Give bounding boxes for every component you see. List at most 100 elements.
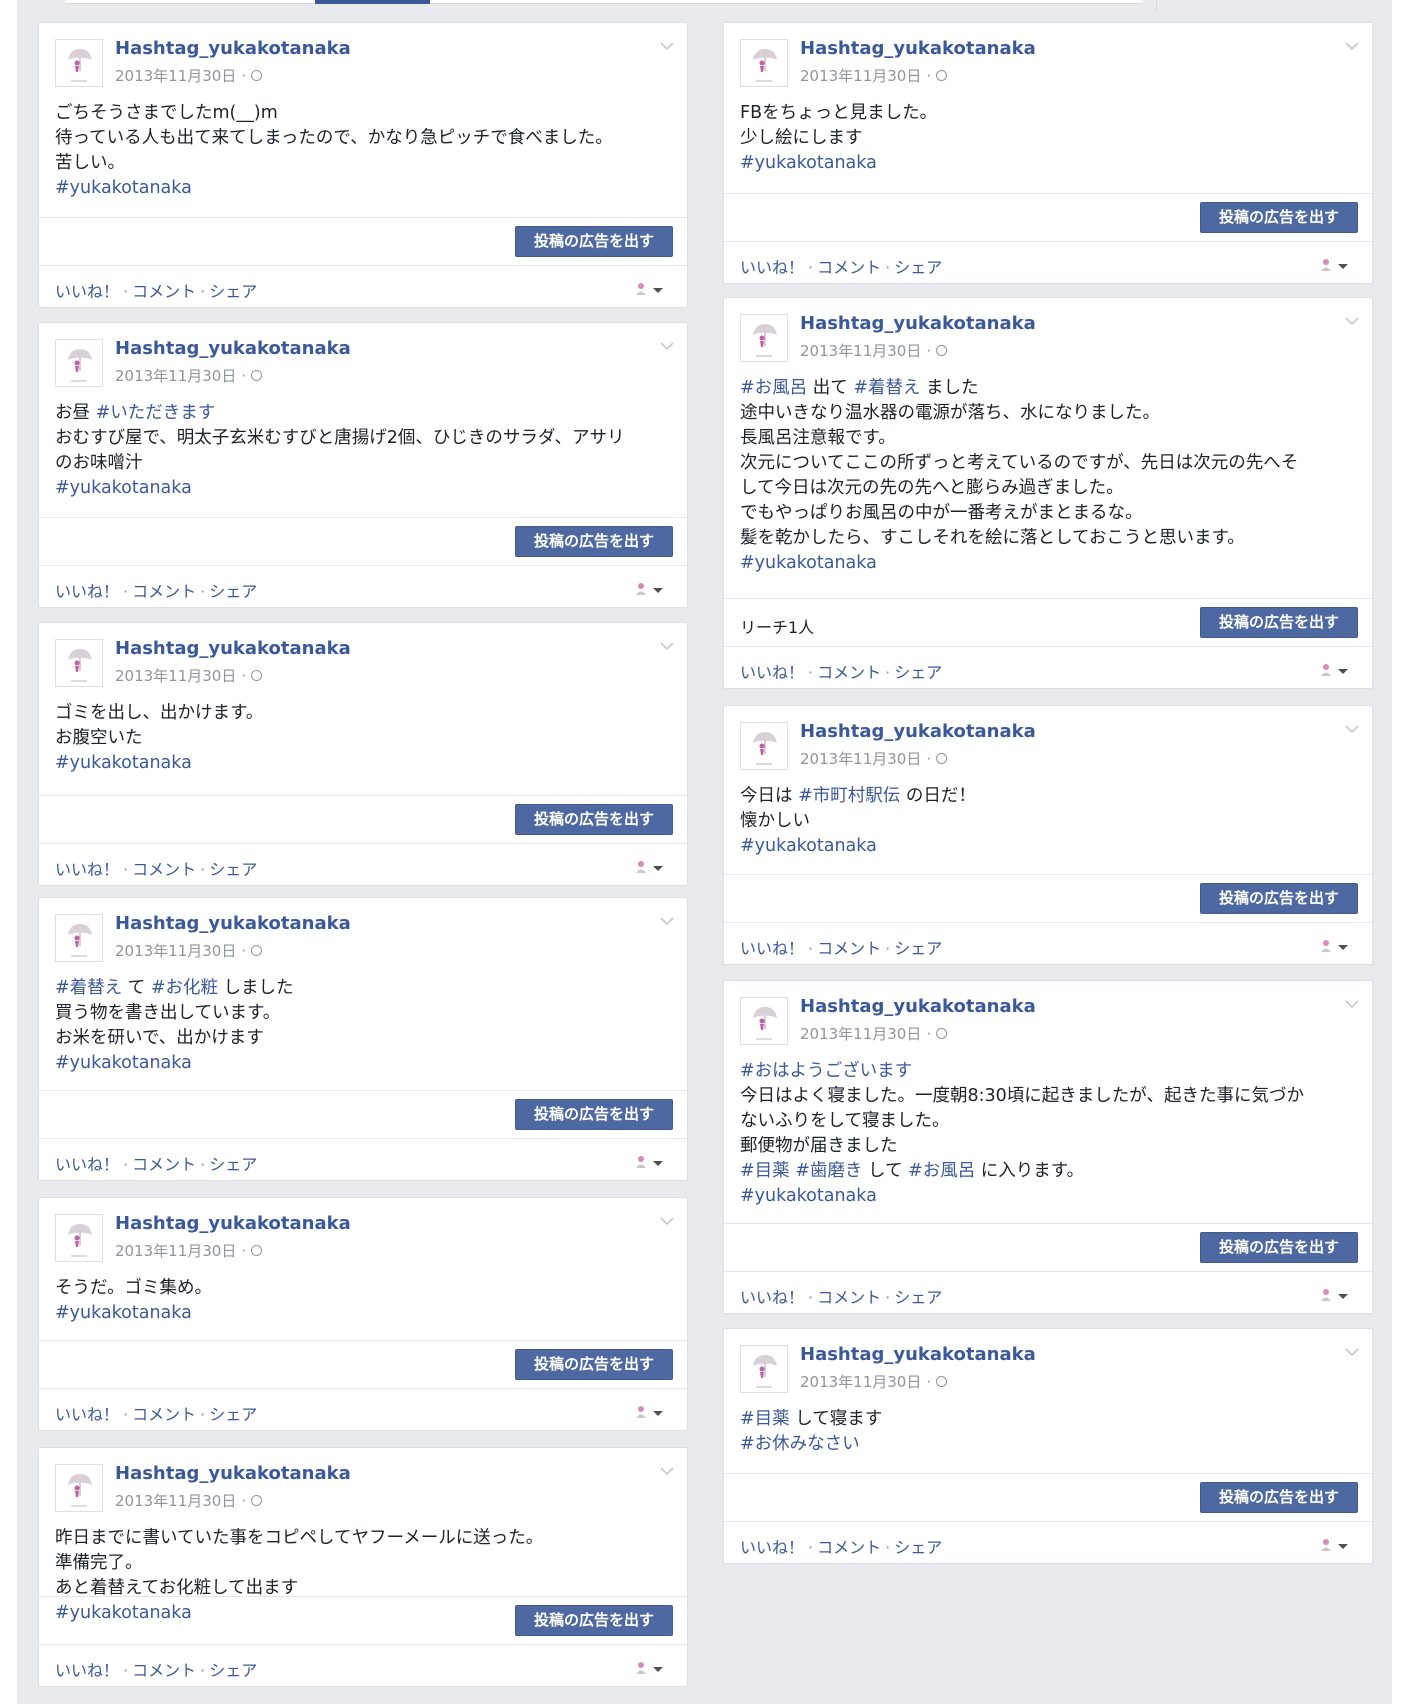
globe-icon[interactable] bbox=[936, 1028, 948, 1039]
boost-post-button[interactable]: 投稿の広告を出す bbox=[1200, 883, 1358, 914]
chevron-down-icon[interactable] bbox=[1344, 720, 1360, 734]
like-link[interactable]: いいね！ bbox=[740, 939, 804, 958]
audience-selector[interactable] bbox=[635, 1154, 663, 1173]
boost-post-button[interactable]: 投稿の広告を出す bbox=[1200, 607, 1358, 638]
audience-selector[interactable] bbox=[635, 281, 663, 300]
post-author-link[interactable]: Hashtag_yukakotanaka bbox=[800, 721, 1036, 742]
post-author-link[interactable]: Hashtag_yukakotanaka bbox=[115, 338, 351, 359]
chevron-down-icon[interactable] bbox=[659, 37, 675, 51]
chevron-down-icon[interactable] bbox=[1344, 995, 1360, 1009]
hashtag-link[interactable]: #お風呂 bbox=[908, 1161, 975, 1181]
post-author-link[interactable]: Hashtag_yukakotanaka bbox=[800, 1344, 1036, 1365]
like-link[interactable]: いいね！ bbox=[740, 258, 804, 277]
boost-post-button[interactable]: 投稿の広告を出す bbox=[515, 804, 673, 835]
audience-selector[interactable] bbox=[635, 1404, 663, 1423]
audience-selector[interactable] bbox=[1320, 257, 1348, 276]
hashtag-link[interactable]: #yukakotanaka bbox=[740, 553, 877, 573]
hashtag-link[interactable]: #yukakotanaka bbox=[740, 836, 877, 856]
post-author-link[interactable]: Hashtag_yukakotanaka bbox=[115, 38, 351, 59]
post-date[interactable]: 2013年11月30日 bbox=[115, 65, 236, 86]
hashtag-link[interactable]: #おはようございます bbox=[740, 1061, 912, 1081]
audience-selector[interactable] bbox=[635, 1660, 663, 1679]
hashtag-link[interactable]: #歯磨き bbox=[795, 1161, 862, 1181]
post-author-link[interactable]: Hashtag_yukakotanaka bbox=[800, 313, 1036, 334]
audience-selector[interactable] bbox=[635, 859, 663, 878]
avatar[interactable] bbox=[55, 339, 103, 387]
hashtag-link[interactable]: #yukakotanaka bbox=[55, 478, 192, 498]
comment-link[interactable]: コメント bbox=[817, 1538, 881, 1557]
hashtag-link[interactable]: #いただきます bbox=[96, 403, 216, 423]
comment-link[interactable]: コメント bbox=[817, 663, 881, 682]
post-date[interactable]: 2013年11月30日 bbox=[115, 1240, 236, 1261]
comment-link[interactable]: コメント bbox=[132, 1405, 196, 1424]
share-link[interactable]: シェア bbox=[209, 860, 257, 879]
avatar[interactable] bbox=[740, 314, 788, 362]
post-author-link[interactable]: Hashtag_yukakotanaka bbox=[115, 638, 351, 659]
share-link[interactable]: シェア bbox=[209, 1155, 257, 1174]
like-link[interactable]: いいね！ bbox=[55, 1155, 119, 1174]
comment-link[interactable]: コメント bbox=[132, 860, 196, 879]
share-link[interactable]: シェア bbox=[894, 939, 942, 958]
avatar[interactable] bbox=[55, 1464, 103, 1512]
post-date[interactable]: 2013年11月30日 bbox=[800, 65, 921, 86]
avatar[interactable] bbox=[740, 1345, 788, 1393]
hashtag-link[interactable]: #お休みなさい bbox=[740, 1434, 860, 1454]
hashtag-link[interactable]: #yukakotanaka bbox=[55, 1053, 192, 1073]
post-date[interactable]: 2013年11月30日 bbox=[115, 365, 236, 386]
comment-link[interactable]: コメント bbox=[132, 282, 196, 301]
post-date[interactable]: 2013年11月30日 bbox=[800, 1023, 921, 1044]
share-link[interactable]: シェア bbox=[209, 1405, 257, 1424]
hashtag-link[interactable]: #yukakotanaka bbox=[55, 1303, 192, 1323]
audience-selector[interactable] bbox=[1320, 662, 1348, 681]
like-link[interactable]: いいね！ bbox=[740, 1288, 804, 1307]
post-date[interactable]: 2013年11月30日 bbox=[115, 665, 236, 686]
share-link[interactable]: シェア bbox=[894, 1538, 942, 1557]
globe-icon[interactable] bbox=[936, 345, 948, 356]
post-date[interactable]: 2013年11月30日 bbox=[115, 940, 236, 961]
boost-post-button[interactable]: 投稿の広告を出す bbox=[515, 1605, 673, 1636]
like-link[interactable]: いいね！ bbox=[740, 663, 804, 682]
like-link[interactable]: いいね！ bbox=[55, 1405, 119, 1424]
share-link[interactable]: シェア bbox=[894, 663, 942, 682]
boost-post-button[interactable]: 投稿の広告を出す bbox=[515, 226, 673, 257]
boost-post-button[interactable]: 投稿の広告を出す bbox=[1200, 1482, 1358, 1513]
post-author-link[interactable]: Hashtag_yukakotanaka bbox=[800, 38, 1036, 59]
post-author-link[interactable]: Hashtag_yukakotanaka bbox=[800, 996, 1036, 1017]
globe-icon[interactable] bbox=[251, 945, 263, 956]
post-date[interactable]: 2013年11月30日 bbox=[800, 748, 921, 769]
hashtag-link[interactable]: #市町村駅伝 bbox=[798, 786, 900, 806]
comment-link[interactable]: コメント bbox=[132, 1661, 196, 1680]
post-author-link[interactable]: Hashtag_yukakotanaka bbox=[115, 1213, 351, 1234]
like-link[interactable]: いいね！ bbox=[55, 582, 119, 601]
avatar[interactable] bbox=[55, 1214, 103, 1262]
comment-link[interactable]: コメント bbox=[132, 582, 196, 601]
share-link[interactable]: シェア bbox=[209, 282, 257, 301]
post-date[interactable]: 2013年11月30日 bbox=[800, 340, 921, 361]
hashtag-link[interactable]: #yukakotanaka bbox=[55, 178, 192, 198]
chevron-down-icon[interactable] bbox=[659, 1462, 675, 1476]
share-link[interactable]: シェア bbox=[209, 582, 257, 601]
audience-selector[interactable] bbox=[1320, 938, 1348, 957]
hashtag-link[interactable]: #yukakotanaka bbox=[740, 1186, 877, 1206]
post-author-link[interactable]: Hashtag_yukakotanaka bbox=[115, 1463, 351, 1484]
avatar[interactable] bbox=[740, 722, 788, 770]
boost-post-button[interactable]: 投稿の広告を出す bbox=[1200, 1232, 1358, 1263]
boost-post-button[interactable]: 投稿の広告を出す bbox=[515, 526, 673, 557]
comment-link[interactable]: コメント bbox=[817, 1288, 881, 1307]
hashtag-link[interactable]: #目薬 bbox=[740, 1409, 790, 1429]
globe-icon[interactable] bbox=[251, 670, 263, 681]
share-link[interactable]: シェア bbox=[894, 1288, 942, 1307]
active-tab-indicator[interactable] bbox=[315, 0, 430, 4]
chevron-down-icon[interactable] bbox=[1344, 37, 1360, 51]
avatar[interactable] bbox=[55, 639, 103, 687]
like-link[interactable]: いいね！ bbox=[740, 1538, 804, 1557]
audience-selector[interactable] bbox=[1320, 1537, 1348, 1556]
like-link[interactable]: いいね！ bbox=[55, 1661, 119, 1680]
globe-icon[interactable] bbox=[936, 70, 948, 81]
hashtag-link[interactable]: #お化粧 bbox=[151, 978, 218, 998]
like-link[interactable]: いいね！ bbox=[55, 282, 119, 301]
avatar[interactable] bbox=[55, 914, 103, 962]
hashtag-link[interactable]: #着替え bbox=[55, 978, 122, 998]
boost-post-button[interactable]: 投稿の広告を出す bbox=[515, 1099, 673, 1130]
boost-post-button[interactable]: 投稿の広告を出す bbox=[1200, 202, 1358, 233]
